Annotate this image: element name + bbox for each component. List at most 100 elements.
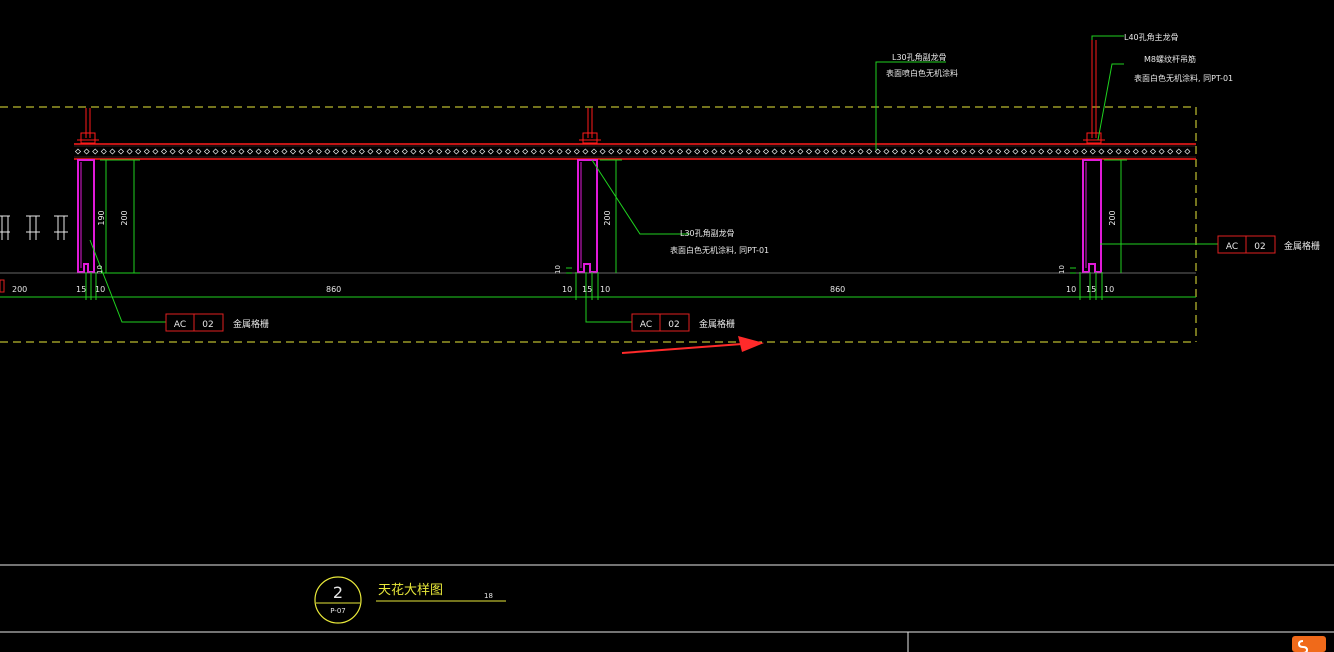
tag-num: 02 xyxy=(202,320,213,330)
perforation-hole xyxy=(1038,148,1045,155)
perforation-hole xyxy=(246,148,254,155)
hanger-rod-1 xyxy=(77,108,99,144)
perforation-hole xyxy=(496,148,503,155)
note-top-mid-1: L30孔角副龙骨 xyxy=(892,52,947,62)
perforation-hole xyxy=(934,148,942,155)
drawing-title-text: 天花大样图 xyxy=(378,582,443,598)
dim-10-e: 10 xyxy=(1104,285,1114,294)
perforation-hole xyxy=(74,148,82,155)
perforation-hole xyxy=(160,148,168,155)
perforation-hole xyxy=(272,148,279,155)
perforation-hole xyxy=(651,148,658,155)
grille-profile-3 xyxy=(1082,159,1102,273)
perforation-hole xyxy=(1029,148,1036,155)
perforation-hole xyxy=(1098,148,1105,155)
grille-profile-1 xyxy=(77,159,95,273)
dim-small-10-b: 10 xyxy=(554,265,562,274)
perforation-hole xyxy=(917,148,924,155)
perforation-hole xyxy=(470,148,477,155)
perforation-hole xyxy=(1175,148,1182,155)
perforation-hole xyxy=(1184,148,1191,155)
perforation-hole xyxy=(866,148,873,155)
perforation-hole xyxy=(1020,148,1028,155)
perforation-hole xyxy=(1106,148,1114,155)
perforation-hole xyxy=(582,148,589,155)
perforation-hole xyxy=(780,148,787,155)
perforation-hole xyxy=(513,148,520,155)
perforation-hole xyxy=(401,148,408,155)
perforation-hole xyxy=(891,148,899,155)
dim-10-d: 10 xyxy=(1066,285,1076,294)
leader-lines xyxy=(89,35,1218,323)
cad-drawing-canvas[interactable]: 190 200 200 200 200 15 10 860 10 15 10 8… xyxy=(0,0,1334,652)
hanger-rod-3 xyxy=(1083,40,1105,144)
perforation-hole xyxy=(728,148,735,155)
perforation-hole xyxy=(616,148,623,155)
tag-code: AC xyxy=(174,320,186,330)
perforation-hole xyxy=(289,148,297,155)
perforation-hole xyxy=(384,148,391,155)
material-tag-right[interactable]: AC 02 金属格栅 xyxy=(1217,235,1320,254)
perforation-hole xyxy=(444,148,451,155)
title-block-frame xyxy=(0,564,1334,652)
perforation-hole xyxy=(1046,148,1053,155)
perforation-hole xyxy=(797,148,804,155)
perforation-hole xyxy=(831,148,838,155)
perforation-hole xyxy=(255,148,262,155)
material-tag-mid[interactable]: AC 02 金属格栅 xyxy=(631,313,735,332)
perforation-hole xyxy=(1063,148,1071,155)
perforation-hole xyxy=(315,148,322,155)
perforation-hole xyxy=(1072,148,1079,155)
note-top-mid-2: 表面喷白色无机涂料 xyxy=(886,68,958,78)
perforation-hole xyxy=(427,148,434,155)
perforation-hole xyxy=(487,148,494,155)
perforation-hole xyxy=(221,148,228,155)
perforation-hole xyxy=(840,148,847,155)
grille-profile-2 xyxy=(577,159,598,273)
perforation-hole xyxy=(1115,148,1122,155)
dim-10-c: 10 xyxy=(600,285,610,294)
perforation-hole xyxy=(668,148,675,155)
material-tag-left[interactable]: AC 02 金属格栅 xyxy=(165,313,269,332)
perforation-hole xyxy=(805,148,813,155)
tag-num: 02 xyxy=(1254,242,1265,252)
dim-10-a: 10 xyxy=(95,285,105,294)
perforation-hole xyxy=(762,148,770,155)
perforation-hole xyxy=(995,148,1002,155)
perforation-hole xyxy=(418,148,426,155)
perforation-hole xyxy=(375,148,383,155)
drawing-title: 2 P-07 天花大样图 18 xyxy=(314,576,506,624)
perforation-hole xyxy=(126,148,133,155)
perforation-hole xyxy=(117,148,125,155)
app-logo-icon[interactable] xyxy=(1292,636,1326,652)
perforation-hole xyxy=(565,148,572,155)
perforation-hole xyxy=(745,148,752,155)
perforation-hole xyxy=(926,148,933,155)
perforation-hole xyxy=(633,148,641,155)
dim-10-b: 10 xyxy=(562,285,572,294)
note-top-right-b1: M8螺纹杆吊筋 xyxy=(1144,54,1196,64)
tag-num: 02 xyxy=(668,320,679,330)
hanger-rod-2 xyxy=(579,108,601,144)
note-mid-2: 表面白色无机涂料, 同PT-01 xyxy=(670,245,769,255)
perforation-hole xyxy=(848,148,856,155)
perforation-hole xyxy=(350,148,357,155)
perforation-hole xyxy=(100,148,107,155)
perforation-hole xyxy=(1081,148,1088,155)
perforation-hole xyxy=(393,148,400,155)
dim-860-a: 860 xyxy=(326,285,341,294)
perforation-hole xyxy=(642,148,649,155)
perforation-hole xyxy=(195,148,202,155)
perforation-hole xyxy=(702,148,709,155)
dim-small-10-a: 10 xyxy=(96,265,104,274)
dim-small-10-c: 10 xyxy=(1058,265,1066,274)
perforation-hole xyxy=(719,148,727,155)
perforation-hole xyxy=(143,148,150,155)
perforation-hole xyxy=(556,148,563,155)
perforation-hole xyxy=(960,148,967,155)
tag-code: AC xyxy=(640,320,652,330)
perforation-hole xyxy=(229,148,236,155)
perforation-hole xyxy=(676,148,684,155)
perforation-hole xyxy=(203,148,211,155)
perforation-hole xyxy=(1003,148,1010,155)
